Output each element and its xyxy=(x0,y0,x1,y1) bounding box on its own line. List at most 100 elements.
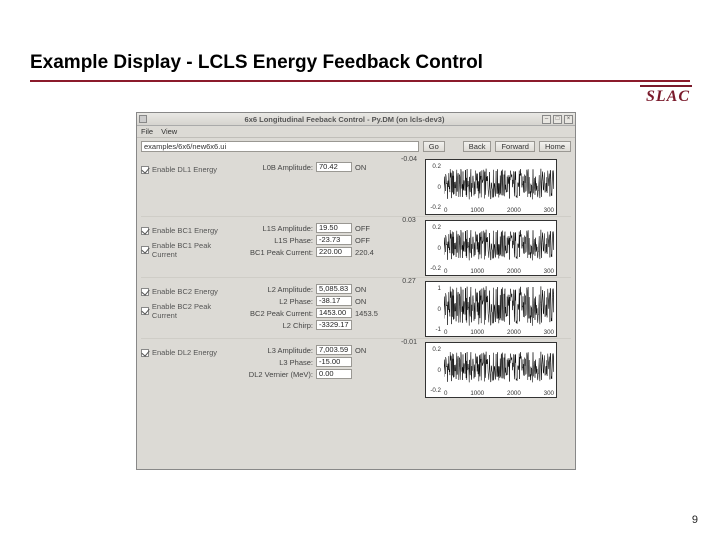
param-value-input[interactable]: 70.42 xyxy=(316,162,352,172)
param-row: L1S Amplitude:19.50OFF xyxy=(241,223,393,233)
param-value-input[interactable]: 5,085.83 xyxy=(316,284,352,294)
xtick-label: 0 xyxy=(444,390,447,397)
param-status: 1453.5 xyxy=(355,309,379,318)
checkbox-row[interactable]: Enable DL2 Energy xyxy=(141,348,237,357)
params-column: L3 Amplitude:7,003.59ONL3 Phase:-15.00DL… xyxy=(241,339,393,379)
checkbox-icon[interactable] xyxy=(141,349,149,357)
checkbox-row[interactable]: Enable BC2 Peak Current xyxy=(141,302,237,320)
ytick-label: 0 xyxy=(427,245,441,252)
xtick-label: 2000 xyxy=(507,329,521,336)
ytick-label: 0 xyxy=(427,306,441,313)
xtick-label: 0 xyxy=(444,329,447,336)
plot-xticks: 010002000300 xyxy=(444,268,554,275)
checkbox-icon[interactable] xyxy=(141,166,149,174)
navbar: examples/6x6/new6x6.ui Go Back Forward H… xyxy=(137,138,575,154)
mid-readback: -0.01 xyxy=(397,339,421,346)
xtick-label: 1000 xyxy=(470,207,484,214)
menubar: File View xyxy=(137,126,575,138)
checkbox-icon[interactable] xyxy=(141,227,149,235)
checkbox-row[interactable]: Enable DL1 Energy xyxy=(141,165,237,174)
param-value-input[interactable]: 19.50 xyxy=(316,223,352,233)
maximize-button[interactable]: □ xyxy=(553,115,562,124)
params-column: L2 Amplitude:5,085.83ON L2 Phase:-38.17ON… xyxy=(241,278,393,330)
ytick-label: -0.2 xyxy=(427,387,441,394)
ytick-label: -0.2 xyxy=(427,265,441,272)
xtick-label: 1000 xyxy=(470,390,484,397)
ytick-label: 1 xyxy=(427,285,441,292)
forward-button[interactable]: Forward xyxy=(495,141,535,152)
window-menu-icon[interactable] xyxy=(139,115,147,123)
ytick-label: 0 xyxy=(427,367,441,374)
param-value-input[interactable]: -38.17 xyxy=(316,296,352,306)
params-column: L0B Amplitude:70.42ON xyxy=(241,156,393,172)
waveform-plot[interactable]: 0.20-0.2010002000300 xyxy=(425,159,557,215)
plot-yticks: 1 0 -1 xyxy=(427,282,441,336)
param-status: ON xyxy=(355,346,379,355)
window-title: 6x6 Longitudinal Feeback Control - Py.DM… xyxy=(149,115,540,124)
app-window: 6x6 Longitudinal Feeback Control - Py.DM… xyxy=(136,112,576,470)
slide-title: Example Display - LCLS Energy Feedback C… xyxy=(30,52,483,74)
param-row: DL2 Vernier (MeV):0.00 xyxy=(241,369,393,379)
param-value-input[interactable]: 1453.00 xyxy=(316,308,352,318)
param-row: L2 Amplitude:5,085.83ON xyxy=(241,284,393,294)
title-rule xyxy=(30,80,690,82)
param-row: BC1 Peak Current:220.00220.4 xyxy=(241,247,393,257)
param-value-input[interactable]: 220.00 xyxy=(316,247,352,257)
waveform-plot[interactable]: 0.20-0.2010002000300 xyxy=(425,220,557,276)
slac-logo: SLAC xyxy=(640,85,692,106)
close-button[interactable]: × xyxy=(564,115,573,124)
param-label: DL2 Vernier (MeV): xyxy=(241,370,313,379)
back-button[interactable]: Back xyxy=(463,141,492,152)
param-row: L2 Phase:-38.17ON xyxy=(241,296,393,306)
checkbox-icon[interactable] xyxy=(141,288,149,296)
minimize-button[interactable]: – xyxy=(542,115,551,124)
checkbox-label: Enable DL1 Energy xyxy=(152,165,217,174)
titlebar[interactable]: 6x6 Longitudinal Feeback Control - Py.DM… xyxy=(137,113,575,126)
param-label: L1S Amplitude: xyxy=(241,224,313,233)
param-value-input[interactable]: -15.00 xyxy=(316,357,352,367)
section-2: Enable BC2 Energy Enable BC2 Peak Current… xyxy=(141,278,571,339)
param-label: L2 Phase: xyxy=(241,297,313,306)
menu-file[interactable]: File xyxy=(141,127,153,136)
menu-view[interactable]: View xyxy=(161,127,177,136)
plot-icon xyxy=(444,345,554,389)
checks-column: Enable BC1 Energy Enable BC1 Peak Current xyxy=(141,217,237,259)
plot-yticks: 0.20-0.2 xyxy=(427,160,441,214)
waveform-plot[interactable]: 10-1010002000300 xyxy=(425,281,557,337)
params-column: L1S Amplitude:19.50OFFL1S Phase:-23.73OF… xyxy=(241,217,393,257)
go-button[interactable]: Go xyxy=(423,141,445,152)
section-1: Enable BC1 Energy Enable BC1 Peak Current… xyxy=(141,217,571,278)
xtick-label: 300 xyxy=(544,329,554,336)
xtick-label: 0 xyxy=(444,268,447,275)
xtick-label: 1000 xyxy=(470,329,484,336)
param-value-input[interactable]: 7,003.59 xyxy=(316,345,352,355)
param-value-input[interactable]: -23.73 xyxy=(316,235,352,245)
param-label: L2 Chirp: xyxy=(241,321,313,330)
path-input[interactable]: examples/6x6/new6x6.ui xyxy=(141,141,419,152)
ytick-label: -1 xyxy=(427,326,441,333)
checks-column: Enable BC2 Energy Enable BC2 Peak Current xyxy=(141,278,237,320)
checkbox-icon[interactable] xyxy=(141,246,149,254)
checkbox-label: Enable BC2 Peak Current xyxy=(152,302,237,320)
xtick-label: 2000 xyxy=(507,268,521,275)
param-status: ON xyxy=(355,285,379,294)
param-value-input[interactable]: 0.00 xyxy=(316,369,352,379)
plot-icon xyxy=(444,162,554,206)
checkbox-row[interactable]: Enable BC1 Peak Current xyxy=(141,241,237,259)
plot-yticks: 0.20-0.2 xyxy=(427,221,441,275)
xtick-label: 0 xyxy=(444,207,447,214)
checks-column: Enable DL2 Energy xyxy=(141,339,237,357)
home-button[interactable]: Home xyxy=(539,141,571,152)
ytick-label: 0.2 xyxy=(427,163,441,170)
checkbox-label: Enable BC2 Energy xyxy=(152,287,218,296)
checkbox-row[interactable]: Enable BC1 Energy xyxy=(141,226,237,235)
plot-icon xyxy=(444,223,554,267)
checkbox-icon[interactable] xyxy=(141,307,149,315)
waveform-plot[interactable]: 0.20-0.2010002000300 xyxy=(425,342,557,398)
checkbox-row[interactable]: Enable BC2 Energy xyxy=(141,287,237,296)
param-status: ON xyxy=(355,163,379,172)
param-label: BC2 Peak Current: xyxy=(241,309,313,318)
param-label: L3 Amplitude: xyxy=(241,346,313,355)
param-value-input[interactable]: -3329.17 xyxy=(316,320,352,330)
page-number: 9 xyxy=(692,514,698,526)
